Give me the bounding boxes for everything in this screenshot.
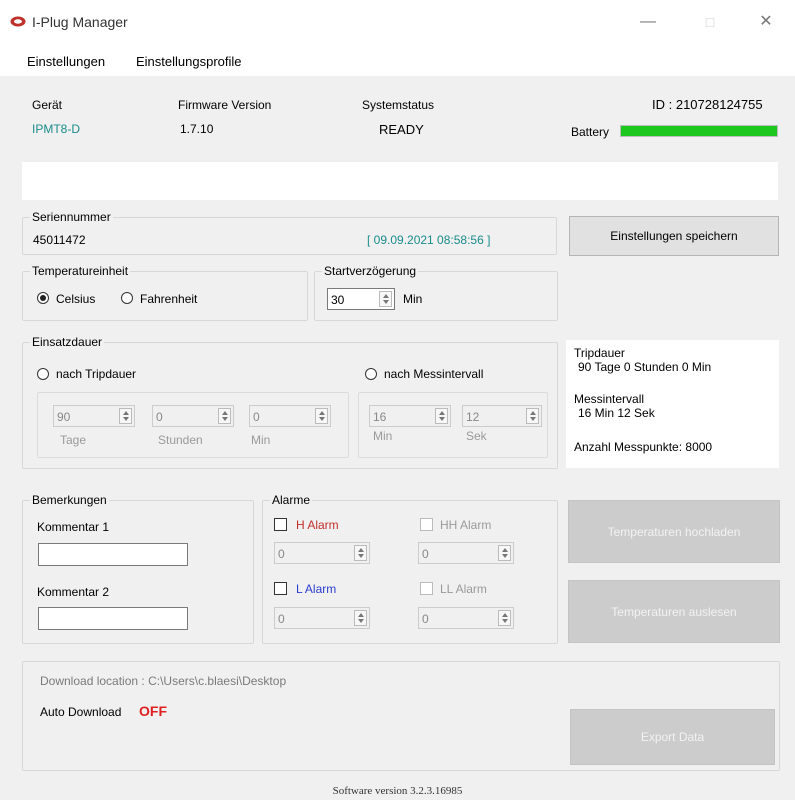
auto-download-value[interactable]: OFF xyxy=(139,703,167,719)
menu-einstellungen[interactable]: Einstellungen xyxy=(27,54,105,69)
interval-radio[interactable] xyxy=(365,368,377,380)
spinner-arrows-icon[interactable] xyxy=(526,408,539,424)
h-alarm-label: H Alarm xyxy=(296,518,339,532)
status-message-area xyxy=(22,162,778,200)
fahrenheit-label: Fahrenheit xyxy=(140,292,198,306)
spinner-arrows-icon[interactable] xyxy=(354,545,367,561)
interval-min-spinner[interactable]: 16 xyxy=(369,405,451,427)
alarms-legend: Alarme xyxy=(270,493,313,507)
spinner-arrows-icon[interactable] xyxy=(498,545,511,561)
interval-label: nach Messintervall xyxy=(384,367,484,381)
days-label: Tage xyxy=(60,433,87,447)
battery-fill xyxy=(621,126,777,136)
trip-duration-radio[interactable] xyxy=(37,368,49,380)
download-location: Download location : C:\Users\c.blaesi\De… xyxy=(40,674,287,688)
ll-alarm-spinner[interactable]: 0 xyxy=(418,607,514,629)
ll-alarm-label: LL Alarm xyxy=(440,582,487,596)
hours-label: Stunden xyxy=(158,433,203,447)
interval-sec-label: Sek xyxy=(466,429,487,443)
comment2-label: Kommentar 2 xyxy=(37,585,110,599)
app-logo-icon xyxy=(10,16,26,27)
spinner-arrows-icon[interactable] xyxy=(435,408,448,424)
systemstatus-value: READY xyxy=(379,122,424,137)
fahrenheit-radio[interactable] xyxy=(121,292,133,304)
hours-spinner[interactable]: 0 xyxy=(152,405,234,427)
start-delay-spinner[interactable]: 30 xyxy=(327,288,395,310)
comment1-input[interactable] xyxy=(38,543,188,566)
remarks-legend: Bemerkungen xyxy=(30,493,109,507)
tripdauer-label: Tripdauer xyxy=(574,346,625,360)
spinner-arrows-icon[interactable] xyxy=(498,610,511,626)
spinner-arrows-icon[interactable] xyxy=(379,291,392,307)
celsius-label: Celsius xyxy=(56,292,96,306)
hh-alarm-label: HH Alarm xyxy=(440,518,492,532)
menu-einstellungsprofile[interactable]: Einstellungsprofile xyxy=(136,54,242,69)
minutes-label: Min xyxy=(251,433,271,447)
l-alarm-checkbox[interactable] xyxy=(274,582,287,595)
save-settings-button[interactable]: Einstellungen speichern xyxy=(569,216,779,256)
comment1-label: Kommentar 1 xyxy=(37,520,110,534)
software-version: Software version 3.2.3.16985 xyxy=(332,785,463,797)
interval-sec-spinner[interactable]: 12 xyxy=(462,405,542,427)
geraet-value: IPMT8-D xyxy=(32,122,80,136)
serial-legend: Seriennummer xyxy=(30,210,113,224)
minimize-icon[interactable]: — xyxy=(628,10,668,34)
celsius-radio[interactable] xyxy=(37,292,49,304)
spinner-arrows-icon[interactable] xyxy=(119,408,132,424)
messintervall-label: Messintervall xyxy=(574,392,645,406)
hh-alarm-checkbox[interactable] xyxy=(420,518,433,531)
upload-temperatures-button[interactable]: Temperaturen hochladen xyxy=(568,500,780,563)
systemstatus-label: Systemstatus xyxy=(362,98,435,112)
comment2-input[interactable] xyxy=(38,607,188,630)
geraet-label: Gerät xyxy=(32,98,63,112)
hh-alarm-spinner[interactable]: 0 xyxy=(418,542,514,564)
spinner-arrows-icon[interactable] xyxy=(315,408,328,424)
days-spinner[interactable]: 90 xyxy=(53,405,135,427)
spinner-arrows-icon[interactable] xyxy=(354,610,367,626)
export-data-button[interactable]: Export Data xyxy=(570,709,775,765)
serial-value: 45011472 xyxy=(33,233,86,247)
auto-download-label: Auto Download xyxy=(40,705,122,719)
firmware-value: 1.7.10 xyxy=(180,122,214,136)
battery-bar xyxy=(620,125,778,137)
start-delay-legend: Startverzögerung xyxy=(322,264,419,278)
temperature-unit-legend: Temperatureinheit xyxy=(30,264,131,278)
serial-timestamp: [ 09.09.2021 08:58:56 ] xyxy=(367,233,491,247)
l-alarm-label: L Alarm xyxy=(296,582,337,596)
ll-alarm-checkbox[interactable] xyxy=(420,582,433,595)
duration-legend: Einsatzdauer xyxy=(30,335,105,349)
start-delay-unit: Min xyxy=(403,292,423,306)
device-id: ID : 210728124755 xyxy=(652,97,763,112)
menu-bar xyxy=(0,44,795,76)
maximize-icon[interactable]: □ xyxy=(690,10,730,34)
interval-min-label: Min xyxy=(373,429,393,443)
minutes-spinner[interactable]: 0 xyxy=(249,405,331,427)
messintervall-value: 16 Min 12 Sek xyxy=(578,406,655,420)
h-alarm-spinner[interactable]: 0 xyxy=(274,542,370,564)
spinner-arrows-icon[interactable] xyxy=(218,408,231,424)
measurement-points: Anzahl Messpunkte: 8000 xyxy=(574,440,713,454)
window-title: I-Plug Manager xyxy=(32,14,128,30)
firmware-label: Firmware Version xyxy=(178,98,272,112)
battery-label: Battery xyxy=(571,125,610,139)
l-alarm-spinner[interactable]: 0 xyxy=(274,607,370,629)
tripdauer-value: 90 Tage 0 Stunden 0 Min xyxy=(578,360,712,374)
h-alarm-checkbox[interactable] xyxy=(274,518,287,531)
close-icon[interactable]: ✕ xyxy=(746,10,786,34)
read-temperatures-button[interactable]: Temperaturen auslesen xyxy=(568,580,780,643)
trip-duration-label: nach Tripdauer xyxy=(56,367,137,381)
